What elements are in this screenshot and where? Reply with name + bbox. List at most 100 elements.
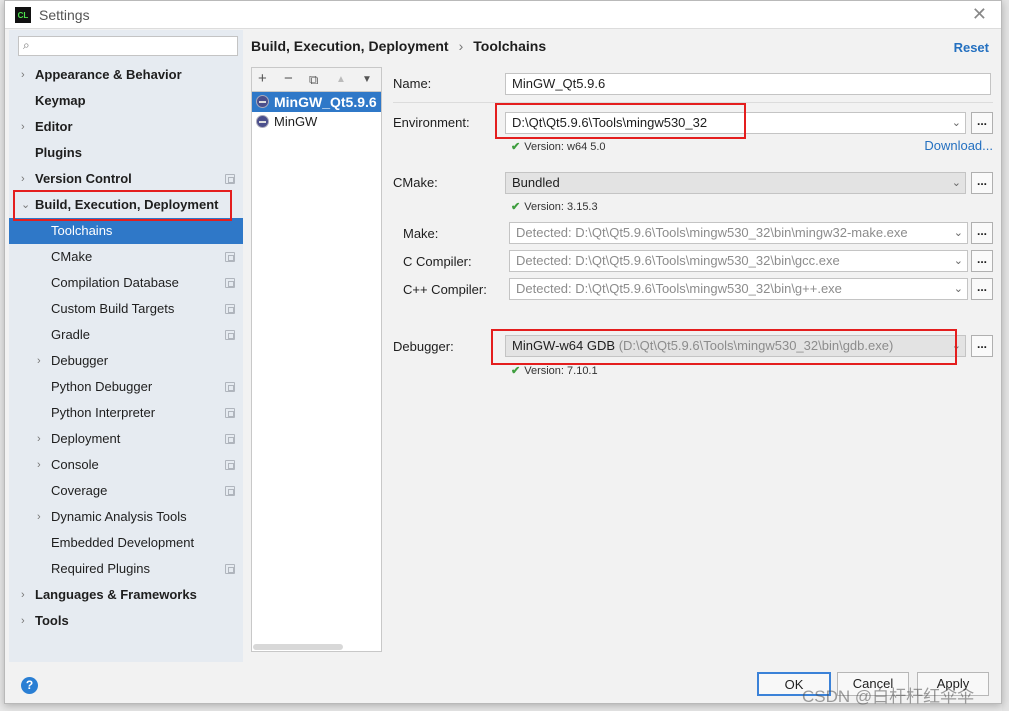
close-icon[interactable]: ✕: [972, 4, 987, 25]
check-icon: ✔: [511, 365, 521, 377]
highlight-box-tree: [13, 190, 232, 221]
tree-item-custom-build-targets[interactable]: Custom Build Targets: [9, 296, 243, 322]
tree-item-label: Toolchains: [51, 223, 113, 238]
make-browse-button[interactable]: ...: [971, 222, 993, 244]
chevron-right-icon[interactable]: ›: [37, 504, 41, 530]
c-compiler-browse-button[interactable]: ...: [971, 250, 993, 272]
tree-item-label: Custom Build Targets: [51, 301, 175, 316]
tree-item-embedded-development[interactable]: Embedded Development: [9, 530, 243, 556]
search-icon: ⌕: [23, 38, 30, 52]
toolchain-item-label: MinGW: [274, 114, 318, 129]
reset-link[interactable]: Reset: [954, 40, 989, 55]
settings-dialog: CL Settings ✕ ⌕ › Appearance & Behavior Ke…: [4, 0, 1002, 704]
chevron-right-icon[interactable]: ›: [37, 426, 41, 452]
debugger-browse-button[interactable]: ...: [971, 335, 993, 357]
tree-item-label: Plugins: [35, 145, 82, 160]
tree-item-appearance-behavior[interactable]: › Appearance & Behavior: [9, 62, 243, 88]
toolchain-item-mingw[interactable]: MinGW: [252, 112, 381, 132]
tree-item-label: Console: [51, 457, 99, 472]
breadcrumb-parent[interactable]: Build, Execution, Deployment: [251, 38, 449, 54]
tree-item-languages-frameworks[interactable]: › Languages & Frameworks: [9, 582, 243, 608]
tree-item-cmake[interactable]: CMake: [9, 244, 243, 270]
project-scope-icon: [225, 460, 235, 470]
remove-icon[interactable]: −: [284, 70, 293, 87]
c-compiler-label: C Compiler:: [403, 254, 472, 269]
tree-item-debugger[interactable]: › Debugger: [9, 348, 243, 374]
clion-logo-icon: CL: [15, 7, 31, 23]
tree-item-gradle[interactable]: Gradle: [9, 322, 243, 348]
project-scope-icon: [225, 434, 235, 444]
breadcrumb-current: Toolchains: [473, 38, 547, 54]
move-down-icon[interactable]: ▼: [362, 74, 372, 85]
tree-item-tools[interactable]: › Tools: [9, 608, 243, 634]
add-icon[interactable]: +: [258, 70, 267, 87]
tree-item-console[interactable]: › Console: [9, 452, 243, 478]
environment-label: Environment:: [393, 115, 470, 130]
name-field[interactable]: MinGW_Qt5.9.6: [505, 73, 991, 95]
chevron-right-icon[interactable]: ›: [21, 166, 25, 192]
tree-item-compilation-database[interactable]: Compilation Database: [9, 270, 243, 296]
toolchain-form: Name: MinGW_Qt5.9.6 Environment: D:\Qt\Q…: [393, 67, 993, 657]
cmake-browse-button[interactable]: ...: [971, 172, 993, 194]
chevron-right-icon[interactable]: ›: [21, 62, 25, 88]
toolchain-item-mingw-qt[interactable]: MinGW_Qt5.9.6 (: [252, 92, 381, 112]
c-compiler-select[interactable]: Detected: D:\Qt\Qt5.9.6\Tools\mingw530_3…: [509, 250, 968, 272]
chevron-right-icon[interactable]: ›: [21, 582, 25, 608]
check-icon: ✔: [511, 201, 521, 213]
chevron-down-icon: ⌄: [953, 227, 963, 239]
tree-item-dynamic-analysis-tools[interactable]: › Dynamic Analysis Tools: [9, 504, 243, 530]
debugger-label: Debugger:: [393, 339, 454, 354]
move-up-icon[interactable]: ▲: [336, 74, 346, 85]
chevron-down-icon: ⌄: [951, 177, 961, 189]
background-window-edge: [1002, 0, 1009, 711]
tree-item-label: Version Control: [35, 171, 132, 186]
project-scope-icon: [225, 330, 235, 340]
tree-item-python-debugger[interactable]: Python Debugger: [9, 374, 243, 400]
project-scope-icon: [225, 174, 235, 184]
cmake-value: Bundled: [512, 175, 560, 190]
tree-item-label: Editor: [35, 119, 73, 134]
chevron-right-icon[interactable]: ›: [21, 608, 25, 634]
tree-item-label: CMake: [51, 249, 93, 264]
cpp-compiler-browse-button[interactable]: ...: [971, 278, 993, 300]
tree-item-deployment[interactable]: › Deployment: [9, 426, 243, 452]
copy-icon[interactable]: ⧉: [309, 72, 318, 88]
environment-browse-button[interactable]: ...: [971, 112, 993, 134]
chevron-right-icon[interactable]: ›: [21, 114, 25, 140]
project-scope-icon: [225, 252, 235, 262]
tree-item-version-control[interactable]: › Version Control: [9, 166, 243, 192]
cpp-compiler-select[interactable]: Detected: D:\Qt\Qt5.9.6\Tools\mingw530_3…: [509, 278, 968, 300]
download-link[interactable]: Download...: [924, 138, 993, 153]
c-compiler-value: Detected: D:\Qt\Qt5.9.6\Tools\mingw530_3…: [516, 253, 840, 268]
cmake-version: ✔ Version: 3.15.3: [511, 201, 598, 213]
tree-item-editor[interactable]: › Editor: [9, 114, 243, 140]
highlight-box-debugger: [491, 329, 957, 365]
make-select[interactable]: Detected: D:\Qt\Qt5.9.6\Tools\mingw530_3…: [509, 222, 968, 244]
settings-search-input[interactable]: ⌕: [18, 36, 238, 56]
tree-item-label: Gradle: [51, 327, 91, 342]
tree-item-label: Python Interpreter: [51, 405, 156, 420]
tree-item-label: Keymap: [35, 93, 86, 108]
tree-item-label: Debugger: [51, 353, 109, 368]
tree-item-label: Tools: [35, 613, 69, 628]
chevron-down-icon: ⌄: [951, 117, 961, 129]
tree-item-toolchains[interactable]: Toolchains: [9, 218, 243, 244]
cmake-select[interactable]: Bundled ⌄: [505, 172, 966, 194]
settings-sidebar: ⌕ › Appearance & Behavior Keymap › Editor Plu…: [9, 30, 243, 662]
help-icon[interactable]: ?: [21, 677, 38, 694]
cpp-compiler-label: C++ Compiler:: [403, 282, 487, 297]
check-icon: ✔: [511, 141, 521, 153]
horizontal-scrollbar[interactable]: [253, 644, 343, 650]
tree-item-python-interpreter[interactable]: Python Interpreter: [9, 400, 243, 426]
tree-item-required-plugins[interactable]: Required Plugins: [9, 556, 243, 582]
make-label: Make:: [403, 226, 439, 241]
tree-item-label: Python Debugger: [51, 379, 153, 394]
chevron-right-icon[interactable]: ›: [37, 452, 41, 478]
tree-item-keymap[interactable]: Keymap: [9, 88, 243, 114]
breadcrumb: Build, Execution, Deployment › Toolchains: [251, 38, 546, 54]
tree-item-coverage[interactable]: Coverage: [9, 478, 243, 504]
tree-item-plugins[interactable]: Plugins: [9, 140, 243, 166]
tree-item-label: Embedded Development: [51, 535, 195, 550]
chevron-right-icon[interactable]: ›: [37, 348, 41, 374]
gnu-toolchain-icon: [256, 115, 269, 128]
